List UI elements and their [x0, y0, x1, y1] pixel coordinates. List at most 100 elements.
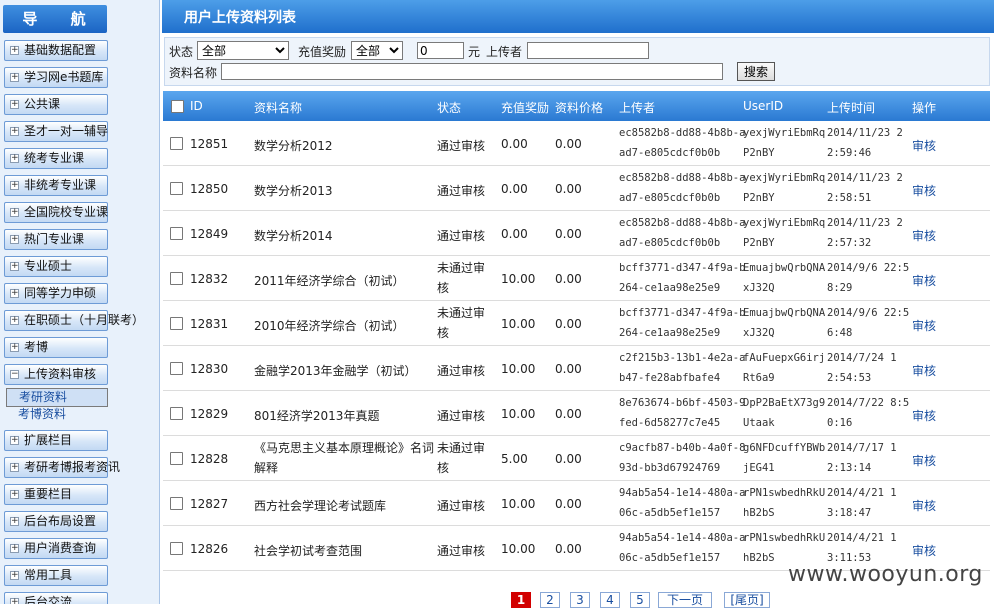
expand-icon[interactable]: +: [10, 235, 19, 244]
expand-icon[interactable]: +: [10, 208, 19, 217]
pager: 1 2 3 4 5 下一页 [尾页]: [360, 591, 780, 608]
nav-item[interactable]: + 后台布局设置: [4, 511, 108, 532]
row-uploader-cont: 06c-a5db5ef1e157: [619, 552, 721, 564]
nav-item[interactable]: + 考博: [4, 337, 108, 358]
row-checkbox[interactable]: [170, 227, 183, 240]
review-link[interactable]: 审核: [912, 407, 936, 424]
nav-item-label: 用户消费查询: [24, 541, 97, 555]
name-input[interactable]: [221, 63, 723, 80]
amount-input[interactable]: [417, 42, 464, 59]
nav-item[interactable]: + 考研考博报考资讯: [4, 457, 120, 478]
expand-icon[interactable]: +: [10, 316, 19, 325]
review-link[interactable]: 审核: [912, 452, 936, 469]
row-checkbox[interactable]: [170, 137, 183, 150]
nav-item[interactable]: + 后台交流: [4, 592, 108, 604]
nav-item[interactable]: + 扩展栏目: [4, 430, 108, 451]
page-link[interactable]: 2: [540, 592, 560, 608]
nav-item[interactable]: + 全国院校专业课: [4, 202, 108, 223]
expand-icon[interactable]: +: [10, 490, 19, 499]
review-link[interactable]: 审核: [912, 137, 936, 154]
page-link[interactable]: 1: [511, 592, 531, 608]
row-time-cont: 8:29: [827, 282, 853, 294]
row-checkbox[interactable]: [170, 317, 183, 330]
expand-icon[interactable]: +: [10, 544, 19, 553]
row-checkbox[interactable]: [170, 452, 183, 465]
nav-item-label: 学习网e书题库: [24, 70, 104, 84]
nav-sub-item[interactable]: 考博资料: [18, 406, 66, 422]
expand-icon[interactable]: +: [10, 463, 19, 472]
nav-sub-item[interactable]: 考研资料: [6, 388, 108, 407]
nav-item[interactable]: + 在职硕士（十月联考）: [4, 310, 144, 331]
nav-item[interactable]: + 同等学力申硕: [4, 283, 108, 304]
review-link[interactable]: 审核: [912, 272, 936, 289]
review-link[interactable]: 审核: [912, 182, 936, 199]
row-uploader: ec8582b8-dd88-4b8b-a: [619, 217, 746, 229]
expand-icon[interactable]: +: [10, 46, 19, 55]
name-filter-label: 资料名称: [169, 66, 218, 80]
row-price: 0.00: [555, 542, 582, 556]
nav-item[interactable]: + 非统考专业课: [4, 175, 108, 196]
next-page-link[interactable]: 下一页: [658, 592, 712, 608]
nav-item[interactable]: + 专业硕士: [4, 256, 108, 277]
row-checkbox[interactable]: [170, 497, 183, 510]
review-link[interactable]: 审核: [912, 362, 936, 379]
row-checkbox[interactable]: [170, 272, 183, 285]
expand-icon[interactable]: +: [10, 598, 19, 604]
status-filter-select[interactable]: 全部: [197, 41, 289, 60]
row-reward: 0.00: [501, 137, 528, 151]
col-id: ID: [190, 99, 203, 113]
nav-item-label: 全国院校专业课: [24, 205, 109, 219]
review-link[interactable]: 审核: [912, 317, 936, 334]
expand-icon[interactable]: +: [10, 127, 19, 136]
reward-filter-select[interactable]: 全部: [351, 41, 403, 60]
nav-item[interactable]: − 上传资料审核: [4, 364, 108, 385]
page-link[interactable]: 4: [600, 592, 620, 608]
row-checkbox[interactable]: [170, 182, 183, 195]
row-checkbox[interactable]: [170, 542, 183, 555]
expand-icon[interactable]: +: [10, 181, 19, 190]
select-all-checkbox[interactable]: [171, 100, 184, 113]
expand-icon[interactable]: +: [10, 73, 19, 82]
expand-icon[interactable]: +: [10, 343, 19, 352]
row-userid: fAuFuepxG6irj: [743, 352, 826, 364]
nav-item[interactable]: + 常用工具: [4, 565, 108, 586]
table-row: 12851 数学分析2012 通过审核 0.00 0.00 ec8582b8-dd88-4…: [163, 121, 990, 166]
row-status: 通过审核: [437, 409, 486, 423]
nav-item[interactable]: + 热门专业课: [4, 229, 108, 250]
nav-item[interactable]: + 圣才一对一辅导: [4, 121, 108, 142]
row-userid-cont: xJ32Q: [743, 327, 775, 339]
nav-item[interactable]: + 学习网e书题库: [4, 67, 108, 88]
row-time-cont: 2:57:32: [827, 237, 872, 249]
nav-item[interactable]: + 统考专业课: [4, 148, 108, 169]
uploader-filter-label: 上传者: [486, 45, 523, 59]
expand-icon[interactable]: +: [10, 154, 19, 163]
search-button[interactable]: 搜索: [737, 62, 775, 81]
review-link[interactable]: 审核: [912, 497, 936, 514]
nav-item[interactable]: + 公共课: [4, 94, 108, 115]
last-page-link[interactable]: [尾页]: [724, 592, 770, 608]
row-id: 12850: [190, 182, 229, 196]
row-name: 《马克思主义基本原理概论》名词: [254, 441, 435, 455]
row-checkbox[interactable]: [170, 407, 183, 420]
expand-icon[interactable]: +: [10, 289, 19, 298]
review-link[interactable]: 审核: [912, 227, 936, 244]
nav-item[interactable]: + 用户消费查询: [4, 538, 108, 559]
uploader-input[interactable]: [527, 42, 649, 59]
expand-icon[interactable]: +: [10, 100, 19, 109]
row-time-cont: 0:16: [827, 417, 853, 429]
page-link[interactable]: 5: [630, 592, 650, 608]
expand-icon[interactable]: +: [10, 571, 19, 580]
expand-icon[interactable]: +: [10, 517, 19, 526]
expand-icon[interactable]: +: [10, 262, 19, 271]
nav-item[interactable]: + 基础数据配置: [4, 40, 108, 61]
row-userid: EmuajbwQrbQNA: [743, 262, 826, 274]
review-link[interactable]: 审核: [912, 542, 936, 559]
page-link[interactable]: 3: [570, 592, 590, 608]
nav-item[interactable]: + 重要栏目: [4, 484, 108, 505]
col-status: 状态: [437, 101, 462, 115]
collapse-icon[interactable]: −: [10, 370, 19, 379]
row-checkbox[interactable]: [170, 362, 183, 375]
expand-icon[interactable]: +: [10, 436, 19, 445]
row-userid-cont: Rt6a9: [743, 372, 775, 384]
row-id: 12832: [190, 272, 229, 286]
